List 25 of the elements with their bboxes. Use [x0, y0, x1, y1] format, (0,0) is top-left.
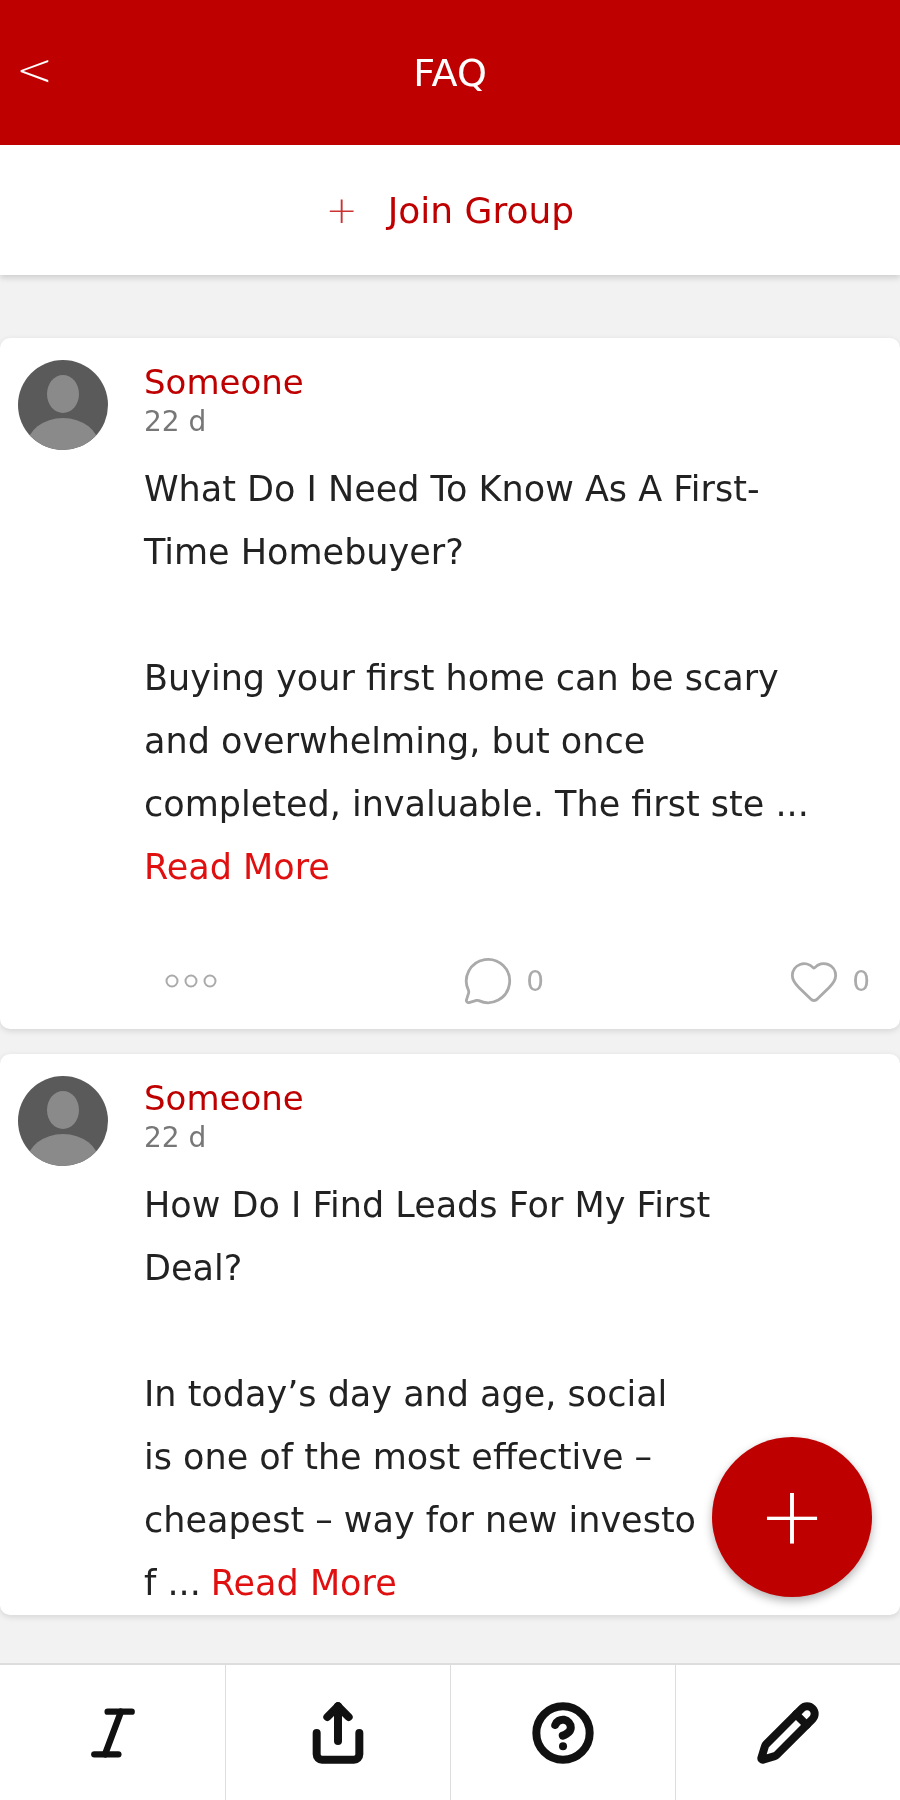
- pencil-icon: [756, 1700, 820, 1765]
- post-text: is one of the most effective –: [144, 1436, 653, 1479]
- more-icon[interactable]: [164, 973, 218, 989]
- post-text: In today’s day and age, social: [144, 1373, 668, 1416]
- read-more-link[interactable]: Read More: [144, 836, 330, 899]
- post-text: Buying your first home can be scary: [144, 657, 779, 700]
- post-text: completed, invaluable. The first ste ...: [144, 783, 809, 826]
- read-more-link[interactable]: Read More: [210, 1552, 397, 1615]
- post-text: f ...: [144, 1562, 201, 1605]
- author-name[interactable]: Someone: [144, 1076, 870, 1120]
- post-title: Deal?: [144, 1247, 243, 1290]
- post-title: What Do I Need To Know As A First-: [144, 468, 760, 511]
- post-title: Time Homebuyer?: [144, 531, 464, 574]
- page-title: FAQ: [413, 50, 487, 95]
- join-group-button[interactable]: + Join Group: [319, 187, 581, 233]
- author-name[interactable]: Someone: [144, 360, 870, 404]
- post-text: and overwhelming, but once: [144, 720, 646, 763]
- comment-count: 0: [526, 964, 544, 998]
- post-text: cheapest – way for new investo: [144, 1499, 697, 1542]
- back-button[interactable]: <: [6, 40, 63, 99]
- like-count: 0: [852, 964, 870, 998]
- post-time: 22 d: [144, 1120, 208, 1156]
- post-title: How Do I Find Leads For My First: [144, 1184, 711, 1227]
- help-icon: [531, 1700, 595, 1765]
- post-time: 22 d: [144, 404, 208, 440]
